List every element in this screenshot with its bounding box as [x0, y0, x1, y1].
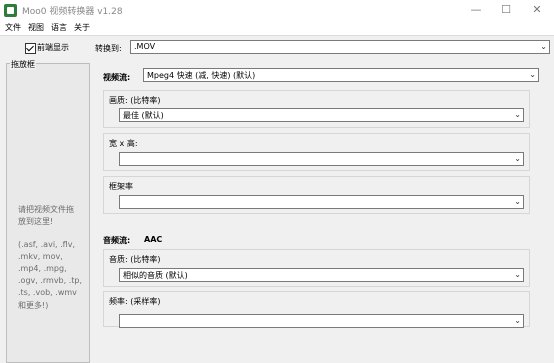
audio-quality-value: 相似的音质 (默认) [123, 271, 188, 280]
drop-hint-line: 和更多!) [18, 301, 49, 310]
chevron-down-icon: ⌄ [529, 70, 536, 79]
video-quality-group: 画质: (比特率) 最佳 (默认) ⌄ [103, 90, 530, 128]
audio-stream-label: 音频流: [103, 236, 131, 245]
drop-hint-line: .mkv, mov, [18, 252, 63, 261]
chevron-down-icon: ⌄ [540, 42, 547, 51]
video-size-title: 宽 x 高: [109, 139, 138, 148]
video-size-group: 宽 x 高: ⌄ [103, 133, 530, 171]
chevron-down-icon: ⌄ [514, 270, 521, 279]
menu-bar: 文件 视图 语言 关于 [0, 21, 554, 36]
chevron-down-icon: ⌄ [514, 197, 521, 206]
video-codec-value: Mpeg4 快速 (减, 快速) (默认) [147, 71, 256, 80]
video-quality-value: 最佳 (默认) [123, 111, 164, 120]
chevron-down-icon: ⌄ [514, 316, 521, 325]
audio-quality-title: 音质: (比特率) [109, 255, 161, 264]
chevron-down-icon: ⌄ [514, 110, 521, 119]
audio-quality-group: 音质: (比特率) 相似的音质 (默认) ⌄ [103, 249, 530, 287]
audio-frequency-group: 频率: (采样率) ⌄ [103, 291, 530, 328]
video-stream-label: 视频流: [103, 73, 131, 82]
menu-about[interactable]: 关于 [74, 22, 90, 33]
minimize-button[interactable]: — [467, 2, 485, 18]
audio-frequency-select[interactable]: ⌄ [119, 314, 524, 328]
checkbox-checked-icon[interactable] [25, 43, 36, 54]
drop-zone-title: 拖放框 [10, 59, 36, 70]
video-size-select[interactable]: ⌄ [119, 152, 524, 166]
video-framerate-select[interactable]: ⌄ [119, 195, 524, 209]
audio-quality-select[interactable]: 相似的音质 (默认) ⌄ [119, 268, 524, 282]
menu-view[interactable]: 视图 [28, 22, 44, 33]
audio-frequency-title: 频率: (采样率) [109, 297, 161, 306]
menu-file[interactable]: 文件 [5, 22, 21, 33]
window-title: Moo0 视频转换器 v1.28 [22, 7, 123, 17]
video-framerate-title: 框架率 [109, 182, 133, 191]
video-quality-title: 画质: (比特率) [109, 96, 161, 105]
menu-language[interactable]: 语言 [51, 22, 67, 33]
convert-format-select[interactable]: .MOV ⌄ [130, 40, 550, 54]
video-framerate-group: 框架率 ⌄ [103, 176, 530, 214]
convert-to-label: 转换到: [95, 44, 122, 53]
drop-hint-line: 放到这里! [18, 217, 54, 226]
preview-label: 前端显示 [37, 43, 69, 52]
drop-hint-line: 请把视频文件拖 [18, 205, 74, 214]
drop-zone[interactable]: 拖放框 请把视频文件拖 放到这里! (.asf, .avi, .flv, .mk… [6, 59, 90, 363]
video-quality-select[interactable]: 最佳 (默认) ⌄ [119, 108, 524, 122]
drop-hint-line: .ts, .vob, .wmv [18, 288, 77, 297]
app-icon [4, 4, 17, 17]
chevron-down-icon: ⌄ [514, 154, 521, 163]
drop-hint-line: (.asf, .avi, .flv, [18, 240, 75, 249]
title-bar: Moo0 视频转换器 v1.28 — ☐ ✕ [0, 0, 554, 22]
drop-hint-line: .ogv, .rmvb, .tp, [18, 276, 83, 285]
settings-panel: 转换到: .MOV ⌄ 视频流: Mpeg4 快速 (减, 快速) (默认) ⌄… [92, 36, 554, 328]
convert-format-value: .MOV [134, 42, 156, 51]
left-panel: 前端显示 拖放框 请把视频文件拖 放到这里! (.asf, .avi, .flv… [0, 36, 92, 363]
video-codec-select[interactable]: Mpeg4 快速 (减, 快速) (默认) ⌄ [143, 68, 539, 82]
audio-codec-value: AAC [144, 235, 163, 244]
drop-hint-line: .mp4, .mpg, [18, 264, 67, 273]
close-button[interactable]: ✕ [528, 2, 546, 18]
maximize-button[interactable]: ☐ [497, 2, 515, 18]
